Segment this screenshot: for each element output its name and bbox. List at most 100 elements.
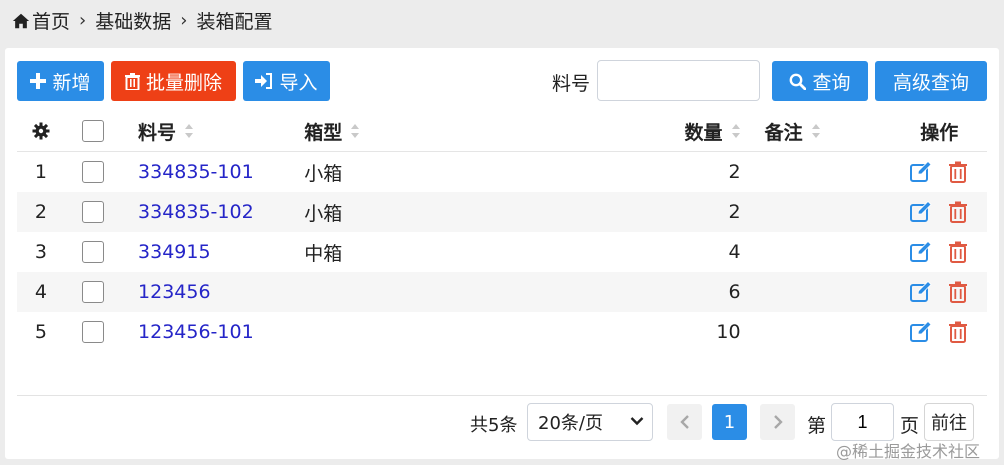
trash-icon[interactable]	[946, 200, 970, 224]
row-actions	[892, 192, 987, 232]
trash-icon[interactable]	[946, 160, 970, 184]
table-row[interactable]: 3 334915 中箱 4	[17, 232, 987, 272]
trash-icon[interactable]	[946, 280, 970, 304]
header-ops-label: 操作	[920, 121, 959, 144]
header-code-label: 料号	[138, 121, 177, 144]
import-button-label: 导入	[279, 71, 318, 94]
goto-page-input[interactable]	[831, 403, 894, 441]
row-type: 中箱	[304, 242, 343, 265]
breadcrumb-item-current: 装箱配置	[196, 11, 273, 33]
trash-icon[interactable]	[946, 320, 970, 344]
pagination-total: 共5条	[470, 415, 518, 436]
row-actions	[892, 232, 987, 272]
trash-icon	[124, 72, 140, 90]
content-panel: 新增 批量删除 导入 料号 查询 高级查询 料号 箱型 数量 备注 操作 1 3…	[5, 48, 999, 459]
table-row[interactable]: 5 123456-101 10	[17, 312, 987, 352]
sort-icon[interactable]	[731, 123, 741, 139]
header-note[interactable]: 备注	[748, 111, 892, 151]
table-row[interactable]: 4 123456 6	[17, 272, 987, 312]
row-checkbox[interactable]	[82, 241, 105, 263]
page-size-value: 20条/页	[538, 413, 603, 434]
row-qty: 2	[728, 201, 741, 223]
chevron-down-icon	[630, 417, 644, 426]
row-checkbox[interactable]	[82, 281, 105, 303]
chevron-right-icon	[773, 415, 783, 429]
advanced-query-button[interactable]: 高级查询	[875, 61, 987, 101]
watermark: @稀土掘金技术社区	[836, 442, 981, 461]
prev-page-button[interactable]	[667, 404, 702, 440]
row-index: 5	[34, 321, 47, 343]
edit-icon[interactable]	[909, 280, 933, 304]
goto-prefix: 第	[807, 415, 827, 437]
table-row[interactable]: 1 334835-101 小箱 2	[17, 152, 987, 192]
edit-icon[interactable]	[909, 160, 933, 184]
plus-icon	[30, 73, 47, 89]
sort-icon[interactable]	[350, 123, 360, 139]
sort-icon[interactable]	[184, 123, 194, 139]
header-qty-label: 数量	[684, 121, 723, 144]
breadcrumb: 首页 › 基础数据 › 装箱配置	[12, 7, 272, 34]
search-label: 料号	[552, 73, 591, 95]
row-code-link[interactable]: 123456	[138, 281, 211, 303]
trash-icon[interactable]	[946, 240, 970, 264]
header-note-label: 备注	[764, 121, 803, 144]
edit-icon[interactable]	[909, 240, 933, 264]
add-button-label: 新增	[52, 71, 91, 94]
add-button[interactable]: 新增	[17, 61, 104, 101]
edit-icon[interactable]	[909, 320, 933, 344]
table-row[interactable]: 2 334835-102 小箱 2	[17, 192, 987, 232]
chevron-right-icon: ›	[79, 10, 87, 31]
sort-icon[interactable]	[811, 123, 821, 139]
header-ops: 操作	[892, 111, 987, 151]
page-button-current[interactable]: 1	[712, 404, 747, 440]
next-page-button[interactable]	[760, 404, 795, 440]
select-all-checkbox[interactable]	[82, 120, 105, 142]
chevron-right-icon: ›	[180, 10, 188, 31]
row-index: 3	[34, 241, 47, 263]
row-checkbox[interactable]	[82, 201, 105, 223]
row-index: 1	[34, 161, 47, 183]
row-code-link[interactable]: 334835-101	[138, 161, 254, 183]
search-icon	[790, 73, 807, 90]
header-type[interactable]: 箱型	[300, 111, 548, 151]
row-checkbox[interactable]	[82, 161, 105, 183]
row-type: 小箱	[304, 162, 343, 185]
row-index: 2	[34, 201, 47, 223]
row-index: 4	[34, 281, 47, 303]
part-number-input[interactable]	[597, 60, 760, 101]
row-code-link[interactable]: 334915	[138, 241, 211, 263]
header-type-label: 箱型	[304, 121, 343, 144]
advanced-query-button-label: 高级查询	[892, 71, 969, 94]
row-code-link[interactable]: 123456-101	[138, 321, 254, 343]
goto-button[interactable]: 前往	[924, 403, 974, 441]
import-button[interactable]: 导入	[243, 61, 330, 101]
data-table: 料号 箱型 数量 备注 操作 1 334835-101 小箱 2 2 334835-102…	[17, 111, 987, 352]
goto-suffix: 页	[900, 415, 920, 437]
row-actions	[892, 152, 987, 192]
home-icon[interactable]	[12, 12, 30, 30]
table-body: 1 334835-101 小箱 2 2 334835-102 小箱 2 3 334915 中箱 4 4 1…	[17, 152, 987, 352]
breadcrumb-item-basic-data[interactable]: 基础数据	[95, 7, 171, 34]
row-actions	[892, 272, 987, 312]
row-checkbox[interactable]	[82, 321, 105, 343]
table-header: 料号 箱型 数量 备注 操作	[17, 111, 987, 152]
batch-delete-button-label: 批量删除	[145, 71, 222, 94]
row-actions	[892, 312, 987, 352]
row-qty: 6	[728, 281, 741, 303]
row-qty: 2	[728, 161, 741, 183]
edit-icon[interactable]	[909, 200, 933, 224]
row-code-link[interactable]: 334835-102	[138, 201, 254, 223]
gear-icon	[32, 122, 50, 140]
query-button[interactable]: 查询	[772, 61, 868, 101]
row-qty: 10	[716, 321, 741, 343]
chevron-left-icon	[679, 415, 689, 429]
page-size-select[interactable]: 20条/页	[527, 403, 653, 441]
header-code[interactable]: 料号	[122, 111, 300, 151]
row-type: 小箱	[304, 202, 343, 225]
breadcrumb-item-home[interactable]: 首页	[32, 7, 70, 34]
header-qty[interactable]: 数量	[549, 111, 748, 151]
query-button-label: 查询	[812, 71, 851, 94]
row-qty: 4	[728, 241, 741, 263]
column-settings[interactable]	[17, 111, 65, 151]
batch-delete-button[interactable]: 批量删除	[111, 61, 236, 101]
